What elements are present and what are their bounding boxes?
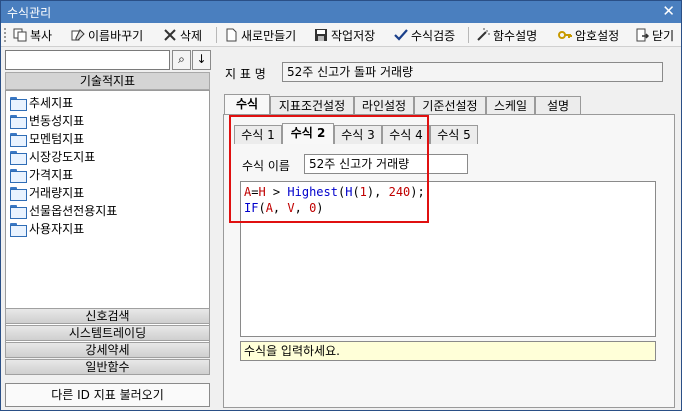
move-down-button[interactable]: ↓: [192, 50, 211, 70]
delete-icon: [164, 29, 176, 41]
tree-item-label: 시장강도지표: [29, 150, 96, 164]
tree-item-label: 추세지표: [29, 96, 74, 110]
magic-wand-icon: [477, 28, 490, 41]
tab-indicator-conditions[interactable]: 지표조건설정: [270, 96, 354, 115]
folder-icon: [10, 204, 27, 219]
rename-label: 이름바꾸기: [88, 28, 144, 43]
delete-label: 삭제: [180, 28, 203, 43]
tree-item-trend[interactable]: 추세지표: [10, 94, 73, 111]
tab-formula[interactable]: 수식: [224, 94, 270, 115]
title-bar[interactable]: 수식관리 ✕: [1, 1, 681, 23]
tree-item-label: 사용자지표: [29, 222, 85, 236]
tree-item-momentum[interactable]: 모멘텀지표: [10, 130, 84, 147]
tree-item-label: 선물옵션전용지표: [29, 204, 118, 218]
tree-item-user[interactable]: 사용자지표: [10, 220, 84, 237]
exit-icon: [636, 28, 649, 42]
tree-item-price[interactable]: 가격지표: [10, 166, 73, 183]
tab-description[interactable]: 설명: [535, 96, 581, 115]
password-label: 암호설정: [575, 28, 620, 43]
tree-item-volatility[interactable]: 변동성지표: [10, 112, 84, 129]
tree-item-label: 거래량지표: [29, 186, 85, 200]
category-signal-search[interactable]: 신호검색: [5, 308, 210, 324]
close-label: 닫기: [652, 28, 675, 43]
indicator-name-field[interactable]: 52주 신고가 돌파 거래량: [282, 62, 663, 82]
copy-button[interactable]: 복사: [13, 26, 52, 44]
window: 수식관리 ✕ 복사 이름바꾸기 삭제 새로만들기 작업저장 수식검증 함수설명 …: [0, 0, 682, 411]
copy-label: 복사: [30, 28, 53, 43]
save-icon: [315, 29, 327, 41]
verify-label: 수식검증: [411, 28, 456, 43]
window-title: 수식관리: [7, 6, 52, 20]
left-panel: ⌕ ↓ 기술적지표 추세지표 변동성지표 모멘텀지표 시장강도지표 가격지표 거…: [5, 50, 215, 410]
category-system-trading[interactable]: 시스템트레이딩: [5, 325, 210, 341]
function-help-label: 함수설명: [493, 28, 538, 43]
password-button[interactable]: 암호설정: [558, 26, 619, 44]
toolbar-separator: [216, 27, 217, 43]
load-other-id-button[interactable]: 다른 ID 지표 불러오기: [5, 383, 210, 407]
category-bull-bear[interactable]: 강세약세: [5, 342, 210, 358]
new-label: 새로만들기: [241, 28, 297, 43]
section-header-technical[interactable]: 기술적지표: [5, 72, 210, 90]
copy-icon: [13, 28, 27, 42]
tree-item-label: 모멘텀지표: [29, 132, 85, 146]
save-label: 작업저장: [331, 28, 376, 43]
tree-item-label: 가격지표: [29, 168, 74, 182]
toolbar-grip[interactable]: [4, 28, 7, 42]
new-document-icon: [226, 28, 237, 42]
delete-button[interactable]: 삭제: [163, 26, 202, 44]
new-button[interactable]: 새로만들기: [224, 26, 296, 44]
function-help-button[interactable]: 함수설명: [476, 26, 537, 44]
search-input[interactable]: [5, 50, 170, 70]
tree-item-market-strength[interactable]: 시장강도지표: [10, 148, 95, 165]
save-button[interactable]: 작업저장: [314, 26, 375, 44]
rename-button[interactable]: 이름바꾸기: [71, 26, 143, 44]
open-folder-icon: [10, 222, 27, 237]
arrow-down-icon: ↓: [196, 52, 207, 66]
highlight-box: [229, 115, 429, 223]
search-icon: ⌕: [178, 52, 185, 66]
tab-formula-5[interactable]: 수식 5: [430, 125, 478, 144]
rename-icon: [71, 29, 85, 41]
check-icon: [394, 29, 408, 41]
right-panel: 지 표 명 52주 신고가 돌파 거래량 수식 지표조건설정 라인설정 기준선설…: [217, 50, 679, 410]
tab-baseline-settings[interactable]: 기준선설정: [414, 96, 486, 115]
close-button[interactable]: 닫기: [635, 26, 674, 44]
tab-scale[interactable]: 스케일: [486, 96, 535, 115]
tree-item-futures-options[interactable]: 선물옵션전용지표: [10, 202, 117, 219]
close-icon[interactable]: ✕: [662, 2, 675, 20]
folder-icon: [10, 114, 27, 129]
toolbar-separator: [468, 27, 469, 43]
tab-line-settings[interactable]: 라인설정: [354, 96, 414, 115]
indicator-name-label: 지 표 명: [225, 67, 266, 81]
toolbar: 복사 이름바꾸기 삭제 새로만들기 작업저장 수식검증 함수설명 암호설정 닫기: [1, 23, 681, 47]
folder-icon: [10, 96, 27, 111]
folder-icon: [10, 132, 27, 147]
formula-hint: 수식을 입력하세요.: [240, 341, 656, 361]
tree-item-label: 변동성지표: [29, 114, 85, 128]
tree-item-volume[interactable]: 거래량지표: [10, 184, 84, 201]
search-button[interactable]: ⌕: [172, 50, 191, 70]
folder-icon: [10, 186, 27, 201]
verify-button[interactable]: 수식검증: [394, 26, 455, 44]
key-icon: [558, 31, 572, 39]
folder-icon: [10, 168, 27, 183]
category-general-functions[interactable]: 일반함수: [5, 359, 210, 375]
folder-icon: [10, 150, 27, 165]
